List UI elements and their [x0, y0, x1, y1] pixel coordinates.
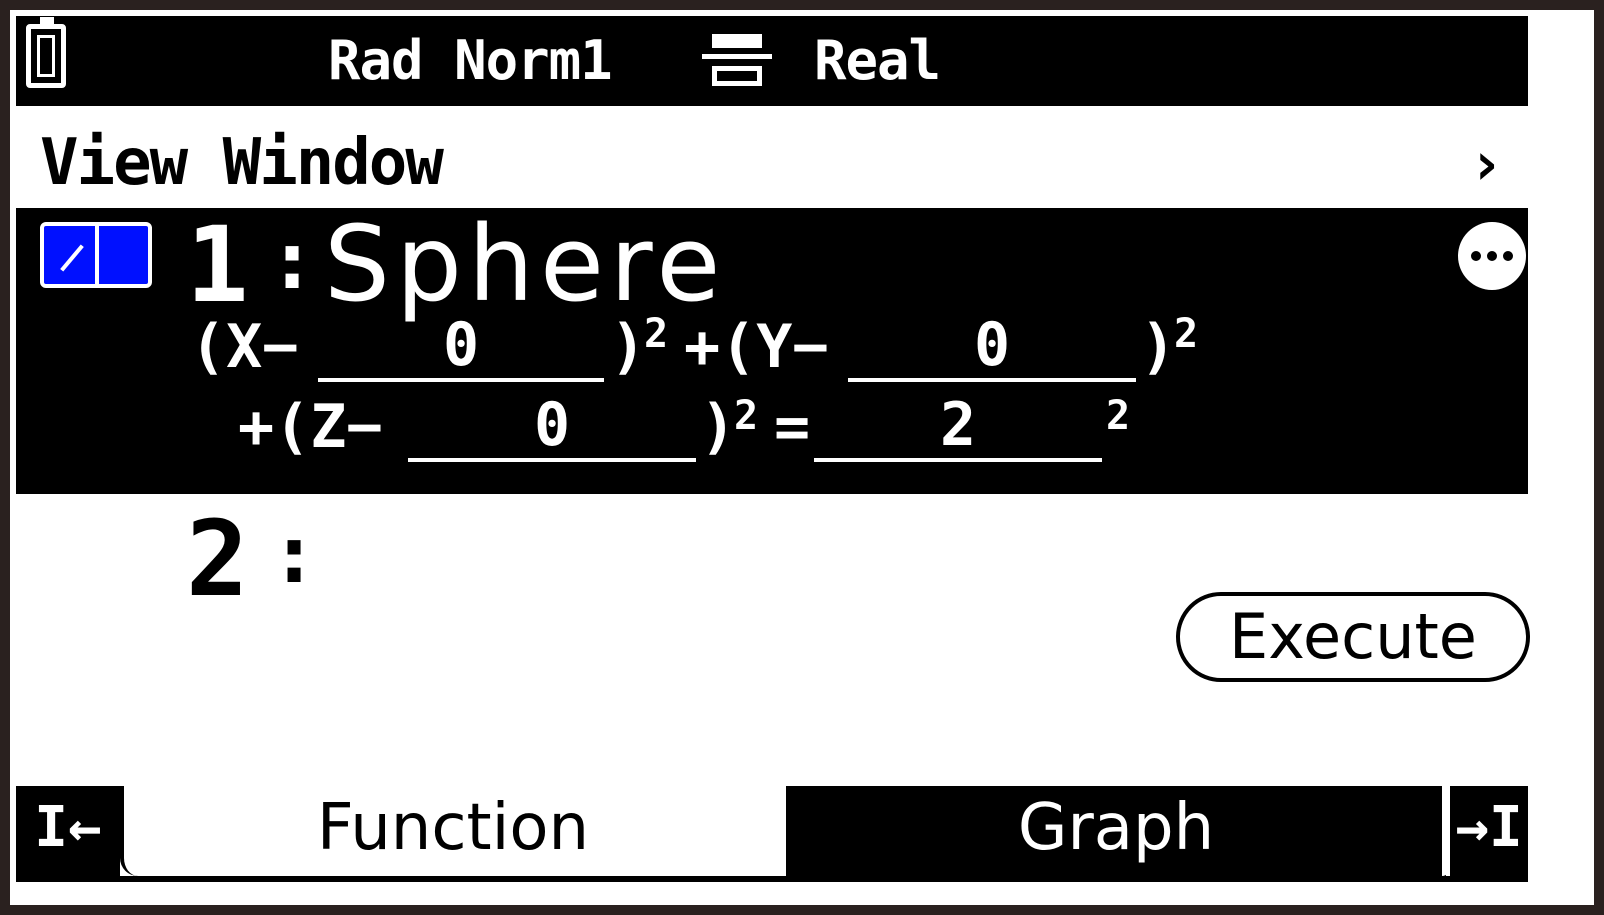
status-bar: Rad Norm1 Real — [16, 16, 1528, 106]
eq-radius-exponent: 2 — [1106, 393, 1131, 439]
graph-enable-checkbox[interactable] — [40, 222, 152, 288]
execute-button[interactable]: Execute — [1176, 592, 1530, 682]
scroll-left-tab[interactable]: I← — [16, 786, 120, 876]
eq-equals: = — [774, 392, 811, 462]
bottom-tab-bar: I← Function Graph →I — [16, 786, 1528, 886]
angle-display-mode: Rad Norm1 — [328, 29, 613, 92]
complex-mode: Real — [814, 29, 941, 92]
view-window-link[interactable]: View Window — [40, 124, 444, 202]
tab-function[interactable]: Function — [120, 786, 782, 876]
function-row-1[interactable]: 1 : Sphere (X− 0 ) 2 +(Y− 0 ) 2 +(Z− 0 )… — [16, 203, 1528, 494]
eq-x-exponent: 2 — [644, 311, 669, 357]
battery-icon — [26, 17, 66, 88]
function-index: 2 — [186, 498, 249, 620]
radius-field[interactable]: 2 — [814, 392, 1102, 462]
display-format-icon — [702, 34, 772, 90]
chevron-right-icon[interactable]: › — [1468, 128, 1504, 200]
scroll-right-tab[interactable]: →I — [1450, 786, 1528, 876]
calculator-screen: Rad Norm1 Real View Window › 1 : Sphere … — [10, 10, 1594, 905]
eq-y-open: +(Y− — [684, 312, 829, 382]
tab-graph[interactable]: Graph — [786, 786, 1446, 876]
x-center-field[interactable]: 0 — [318, 312, 604, 382]
eq-x-close: ) — [610, 312, 647, 382]
eq-z-close: ) — [700, 392, 737, 462]
eq-z-exponent: 2 — [734, 393, 759, 439]
function-separator: : — [270, 508, 319, 601]
checkmark-icon — [60, 244, 84, 272]
y-center-field[interactable]: 0 — [848, 312, 1136, 382]
more-options-icon[interactable] — [1458, 222, 1526, 290]
eq-y-exponent: 2 — [1174, 311, 1199, 357]
function-index: 1 — [186, 204, 249, 326]
eq-x-open: (X− — [190, 312, 299, 382]
z-center-field[interactable]: 0 — [408, 392, 696, 462]
function-type-name: Sphere — [324, 203, 727, 325]
eq-y-close: ) — [1140, 312, 1177, 382]
eq-z-open: +(Z− — [238, 392, 383, 462]
function-separator: : — [268, 214, 317, 307]
